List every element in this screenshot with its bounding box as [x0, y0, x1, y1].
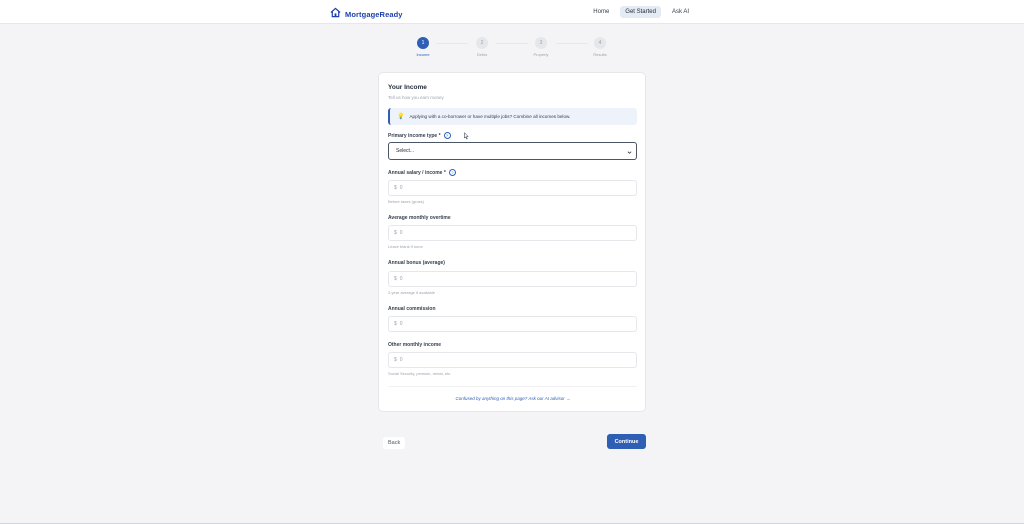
input-placeholder: 0 — [399, 230, 403, 236]
annual-commission-label-text: Annual commission — [388, 306, 436, 312]
back-button[interactable]: Back — [383, 437, 406, 449]
info-text: Applying with a co-borrower or have mult… — [409, 114, 571, 119]
currency-symbol: $ — [394, 276, 397, 282]
step-label: Property — [533, 52, 549, 57]
other-monthly-income-input[interactable]: $ 0 — [388, 352, 637, 368]
step-label: Income — [416, 52, 430, 57]
step-label: Results — [593, 52, 607, 57]
progress-stepper: 1 Income 2 Debts 3 Property 4 Results — [408, 37, 616, 61]
monthly-overtime-input[interactable]: $ 0 — [388, 225, 637, 241]
help-icon[interactable]: ? — [448, 169, 456, 176]
continue-button[interactable]: Continue — [607, 434, 646, 449]
step-debts: 2 Debts — [462, 37, 502, 57]
help-icon[interactable]: ? — [443, 132, 451, 139]
annual-bonus-hint: 2-year average if available — [388, 290, 435, 295]
annual-commission-input[interactable]: $ 0 — [388, 316, 637, 332]
annual-bonus-label-text: Annual bonus (average) — [388, 260, 445, 266]
step-results: 4 Results — [580, 37, 620, 57]
info-banner: 💡 Applying with a co-borrower or have mu… — [388, 108, 637, 125]
step-label: Debts — [476, 52, 488, 57]
brand-name: MortgageReady — [345, 9, 403, 19]
primary-income-type-select[interactable]: Select... — [388, 142, 637, 160]
other-monthly-income-label: Other monthly income — [388, 342, 441, 348]
currency-symbol: $ — [394, 230, 397, 236]
ask-ai-advisor-link[interactable]: Confused by anything on this page? Ask o… — [379, 396, 647, 401]
other-monthly-income-hint: Social Security, pension, rental, etc. — [388, 371, 452, 376]
currency-symbol: $ — [394, 185, 397, 191]
input-placeholder: 0 — [399, 185, 403, 191]
input-placeholder: 0 — [399, 357, 403, 363]
input-placeholder: 0 — [399, 321, 403, 327]
currency-symbol: $ — [394, 321, 397, 327]
divider — [388, 386, 637, 387]
mouse-cursor-icon — [464, 127, 469, 140]
step-income: 1 Income — [403, 37, 443, 57]
select-value: Select... — [396, 148, 415, 154]
top-navbar: MortgageReady Home Get Started Ask AI — [0, 0, 1024, 24]
house-icon — [330, 5, 341, 23]
annual-salary-label: Annual salary / income * ? — [388, 169, 456, 176]
annual-bonus-input[interactable]: $ 0 — [388, 271, 637, 287]
step-number: 1 — [417, 37, 429, 49]
input-placeholder: 0 — [399, 276, 403, 282]
annual-commission-label: Annual commission — [388, 306, 436, 312]
other-monthly-income-label-text: Other monthly income — [388, 342, 442, 348]
chevron-down-icon — [627, 142, 632, 160]
monthly-overtime-label-text: Average monthly overtime — [388, 215, 451, 221]
monthly-overtime-hint: Leave blank if none — [388, 244, 423, 249]
monthly-overtime-label: Average monthly overtime — [388, 215, 451, 221]
brand-logo[interactable]: MortgageReady — [330, 5, 403, 23]
step-number: 4 — [594, 37, 606, 49]
nav-ask-ai[interactable]: Ask AI — [667, 6, 694, 18]
step-property: 3 Property — [521, 37, 561, 57]
annual-bonus-label: Annual bonus (average) — [388, 260, 445, 266]
annual-salary-input[interactable]: $ 0 — [388, 180, 637, 196]
annual-salary-hint: Before taxes (gross) — [388, 199, 425, 204]
step-number: 3 — [535, 37, 547, 49]
income-form-card: Your Income Tell us how you earn money 💡… — [378, 72, 646, 412]
primary-income-type-label-text: Primary income type * — [388, 132, 441, 139]
lightbulb-icon: 💡 — [397, 114, 405, 120]
main-nav: Home Get Started Ask AI — [588, 6, 694, 18]
annual-salary-label-text: Annual salary / income * — [388, 169, 446, 176]
primary-income-type-label: Primary income type * ? — [388, 132, 451, 139]
card-title: Your Income — [388, 84, 427, 91]
nav-home[interactable]: Home — [588, 6, 614, 18]
currency-symbol: $ — [394, 357, 397, 363]
nav-get-started[interactable]: Get Started — [620, 6, 661, 18]
card-subtitle: Tell us how you earn money — [388, 95, 444, 100]
step-number: 2 — [476, 37, 488, 49]
